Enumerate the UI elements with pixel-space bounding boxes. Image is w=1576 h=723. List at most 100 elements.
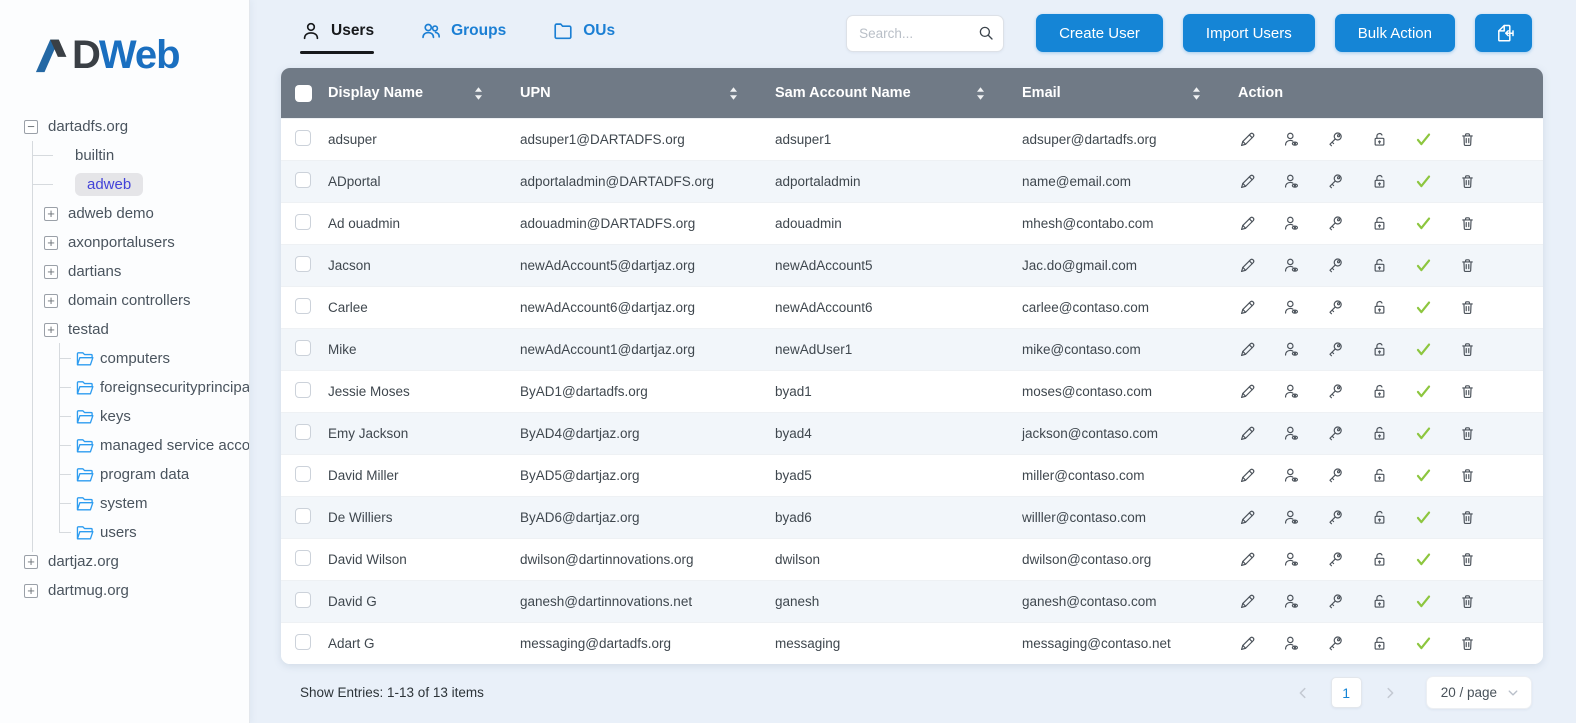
reset-password-key-icon[interactable]	[1326, 592, 1345, 611]
enabled-check-icon[interactable]	[1414, 508, 1433, 527]
tree-item[interactable]: axonportalusers	[0, 228, 249, 257]
tree-item[interactable]: users	[0, 518, 249, 547]
delete-trash-icon[interactable]	[1458, 130, 1477, 149]
tree-item[interactable]: adweb demo	[0, 199, 249, 228]
user-details-icon[interactable]	[1282, 214, 1301, 233]
row-checkbox[interactable]	[295, 634, 311, 650]
edit-pencil-icon[interactable]	[1238, 298, 1257, 317]
delete-trash-icon[interactable]	[1458, 382, 1477, 401]
prev-page-button[interactable]	[1294, 684, 1312, 702]
reset-password-key-icon[interactable]	[1326, 550, 1345, 569]
row-checkbox[interactable]	[295, 466, 311, 482]
unlock-account-icon[interactable]	[1370, 172, 1389, 191]
reset-password-key-icon[interactable]	[1326, 382, 1345, 401]
reset-password-key-icon[interactable]	[1326, 256, 1345, 275]
reset-password-key-icon[interactable]	[1326, 172, 1345, 191]
enabled-check-icon[interactable]	[1414, 550, 1433, 569]
delete-trash-icon[interactable]	[1458, 424, 1477, 443]
edit-pencil-icon[interactable]	[1238, 508, 1257, 527]
enabled-check-icon[interactable]	[1414, 592, 1433, 611]
unlock-account-icon[interactable]	[1370, 592, 1389, 611]
export-users-button[interactable]	[1475, 14, 1532, 52]
row-checkbox[interactable]	[295, 508, 311, 524]
row-checkbox[interactable]	[295, 592, 311, 608]
reset-password-key-icon[interactable]	[1326, 634, 1345, 653]
row-checkbox[interactable]	[295, 298, 311, 314]
edit-pencil-icon[interactable]	[1238, 256, 1257, 275]
user-details-icon[interactable]	[1282, 592, 1301, 611]
delete-trash-icon[interactable]	[1458, 256, 1477, 275]
enabled-check-icon[interactable]	[1414, 214, 1433, 233]
tree-item[interactable]: managed service accou	[0, 431, 249, 460]
tab-ous[interactable]: OUs	[552, 16, 615, 50]
user-details-icon[interactable]	[1282, 466, 1301, 485]
delete-trash-icon[interactable]	[1458, 214, 1477, 233]
tree-expander-icon[interactable]	[44, 264, 58, 279]
delete-trash-icon[interactable]	[1458, 634, 1477, 653]
edit-pencil-icon[interactable]	[1238, 130, 1257, 149]
tree-item[interactable]: dartmug.org	[0, 576, 249, 605]
unlock-account-icon[interactable]	[1370, 382, 1389, 401]
unlock-account-icon[interactable]	[1370, 340, 1389, 359]
row-checkbox[interactable]	[295, 172, 311, 188]
enabled-check-icon[interactable]	[1414, 382, 1433, 401]
tree-item[interactable]: dartjaz.org	[0, 547, 249, 576]
tab-users[interactable]: Users	[300, 16, 375, 54]
edit-pencil-icon[interactable]	[1238, 592, 1257, 611]
unlock-account-icon[interactable]	[1370, 424, 1389, 443]
unlock-account-icon[interactable]	[1370, 256, 1389, 275]
tree-expander-icon[interactable]	[24, 583, 38, 598]
user-details-icon[interactable]	[1282, 172, 1301, 191]
select-all-checkbox[interactable]	[295, 84, 312, 102]
tree-expander-icon[interactable]	[44, 293, 58, 308]
tree-item[interactable]: dartians	[0, 257, 249, 286]
edit-pencil-icon[interactable]	[1238, 634, 1257, 653]
tree-item[interactable]: foreignsecurityprincipa	[0, 373, 249, 402]
bulk-action-button[interactable]: Bulk Action	[1334, 14, 1455, 52]
reset-password-key-icon[interactable]	[1326, 214, 1345, 233]
delete-trash-icon[interactable]	[1458, 508, 1477, 527]
tree-item[interactable]: dartadfs.org	[0, 112, 249, 141]
edit-pencil-icon[interactable]	[1238, 382, 1257, 401]
user-details-icon[interactable]	[1282, 298, 1301, 317]
tree-expander-icon[interactable]	[44, 322, 58, 337]
edit-pencil-icon[interactable]	[1238, 550, 1257, 569]
row-checkbox[interactable]	[295, 424, 311, 440]
enabled-check-icon[interactable]	[1414, 340, 1433, 359]
edit-pencil-icon[interactable]	[1238, 214, 1257, 233]
unlock-account-icon[interactable]	[1370, 466, 1389, 485]
row-checkbox[interactable]	[295, 550, 311, 566]
edit-pencil-icon[interactable]	[1238, 172, 1257, 191]
import-users-button[interactable]: Import Users	[1182, 14, 1315, 52]
sort-icon[interactable]	[473, 86, 484, 101]
enabled-check-icon[interactable]	[1414, 130, 1433, 149]
sort-icon[interactable]	[728, 86, 739, 101]
reset-password-key-icon[interactable]	[1326, 508, 1345, 527]
reset-password-key-icon[interactable]	[1326, 130, 1345, 149]
user-details-icon[interactable]	[1282, 340, 1301, 359]
unlock-account-icon[interactable]	[1370, 508, 1389, 527]
user-details-icon[interactable]	[1282, 634, 1301, 653]
user-details-icon[interactable]	[1282, 508, 1301, 527]
unlock-account-icon[interactable]	[1370, 214, 1389, 233]
enabled-check-icon[interactable]	[1414, 466, 1433, 485]
enabled-check-icon[interactable]	[1414, 298, 1433, 317]
next-page-button[interactable]	[1381, 684, 1399, 702]
tree-item[interactable]: program data	[0, 460, 249, 489]
tree-expander-icon[interactable]	[44, 206, 58, 221]
delete-trash-icon[interactable]	[1458, 550, 1477, 569]
delete-trash-icon[interactable]	[1458, 592, 1477, 611]
delete-trash-icon[interactable]	[1458, 298, 1477, 317]
user-details-icon[interactable]	[1282, 382, 1301, 401]
user-details-icon[interactable]	[1282, 130, 1301, 149]
tree-item[interactable]: system	[0, 489, 249, 518]
row-checkbox[interactable]	[295, 214, 311, 230]
row-checkbox[interactable]	[295, 130, 311, 146]
tree-expander-icon[interactable]	[24, 119, 38, 134]
edit-pencil-icon[interactable]	[1238, 340, 1257, 359]
edit-pencil-icon[interactable]	[1238, 466, 1257, 485]
unlock-account-icon[interactable]	[1370, 298, 1389, 317]
tree-item[interactable]: builtin	[0, 141, 249, 170]
page-size-select[interactable]: 20 / page	[1425, 676, 1532, 709]
search-icon[interactable]	[977, 24, 995, 42]
